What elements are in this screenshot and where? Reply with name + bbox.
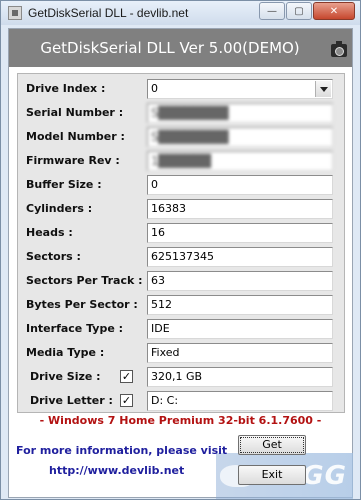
firmware-rev-label: Firmware Rev : xyxy=(26,154,120,167)
buffer-size-label: Buffer Size : xyxy=(26,178,102,191)
buffer-size-field[interactable]: 0 xyxy=(147,175,333,195)
os-info: - Windows 7 Home Premium 32-bit 6.1.7600… xyxy=(9,414,352,427)
sectors-per-track-field[interactable]: 63 xyxy=(147,271,333,291)
heads-field[interactable]: 16 xyxy=(147,223,333,243)
row-drive-index: Drive Index : 0 xyxy=(18,79,346,99)
chevron-down-icon[interactable] xyxy=(315,81,331,97)
row-sectors: Sectors : 625137345 xyxy=(18,247,346,267)
maximize-button[interactable]: ▢ xyxy=(286,2,312,20)
get-button[interactable]: Get xyxy=(238,435,306,455)
media-type-label: Media Type : xyxy=(26,346,105,359)
row-interface-type: Interface Type : IDE xyxy=(18,319,346,339)
row-drive-letter: Drive Letter : ✓ D: C: xyxy=(18,391,346,411)
drive-letter-checkbox[interactable]: ✓ xyxy=(120,394,133,407)
row-bytes-per-sector: Bytes Per Sector : 512 xyxy=(18,295,346,315)
drive-letter-label: Drive Letter : xyxy=(30,394,113,407)
row-model-number: Model Number : S████████ xyxy=(18,127,346,147)
close-button[interactable]: ✕ xyxy=(313,2,355,20)
drive-index-value: 0 xyxy=(151,82,158,95)
interface-type-field[interactable]: IDE xyxy=(147,319,333,339)
sectors-label: Sectors : xyxy=(26,250,81,263)
os-info-text: - Windows 7 Home Premium 32-bit 6.1.7600… xyxy=(39,414,322,427)
sectors-per-track-label: Sectors Per Track : xyxy=(26,274,143,287)
serial-number-label: Serial Number : xyxy=(26,106,124,119)
bytes-per-sector-field[interactable]: 512 xyxy=(147,295,333,315)
title-bar[interactable]: GetDiskSerial DLL - devlib.net — ▢ ✕ xyxy=(1,1,360,25)
app-icon xyxy=(8,6,22,20)
bytes-per-sector-label: Bytes Per Sector : xyxy=(26,298,138,311)
drive-index-select[interactable]: 0 xyxy=(147,79,333,99)
drive-size-field[interactable]: 320,1 GB xyxy=(147,367,333,387)
row-cylinders: Cylinders : 16383 xyxy=(18,199,346,219)
window-title: GetDiskSerial DLL - devlib.net xyxy=(28,6,189,20)
client-area: GetDiskSerial DLL Ver 5.00(DEMO) Drive I… xyxy=(8,28,353,499)
drive-index-label: Drive Index : xyxy=(26,82,106,95)
serial-number-field[interactable]: S████████ xyxy=(147,103,333,123)
sectors-field[interactable]: 625137345 xyxy=(147,247,333,267)
drive-size-checkbox[interactable]: ✓ xyxy=(120,370,133,383)
header-title: GetDiskSerial DLL Ver 5.00(DEMO) xyxy=(40,39,300,57)
info-text: For more information, please visit xyxy=(16,444,228,457)
heads-label: Heads : xyxy=(26,226,73,239)
app-window: GetDiskSerial DLL - devlib.net — ▢ ✕ Get… xyxy=(0,0,361,500)
row-firmware-rev: Firmware Rev : 1██████ xyxy=(18,151,346,171)
cylinders-field[interactable]: 16383 xyxy=(147,199,333,219)
window-controls: — ▢ ✕ xyxy=(259,2,355,20)
row-media-type: Media Type : Fixed xyxy=(18,343,346,363)
firmware-rev-field[interactable]: 1██████ xyxy=(147,151,333,171)
minimize-button[interactable]: — xyxy=(259,2,285,20)
cylinders-label: Cylinders : xyxy=(26,202,93,215)
row-drive-size: Drive Size : ✓ 320,1 GB xyxy=(18,367,346,387)
row-serial-number: Serial Number : S████████ xyxy=(18,103,346,123)
media-type-field[interactable]: Fixed xyxy=(147,343,333,363)
exit-button[interactable]: Exit xyxy=(238,465,306,485)
drive-letter-field[interactable]: D: C: xyxy=(147,391,333,411)
drive-info-panel: Drive Index : 0 Serial Number : S███████… xyxy=(17,73,345,413)
row-heads: Heads : 16 xyxy=(18,223,346,243)
website-link[interactable]: http://www.devlib.net xyxy=(49,464,184,477)
row-buffer-size: Buffer Size : 0 xyxy=(18,175,346,195)
interface-type-label: Interface Type : xyxy=(26,322,124,335)
camera-icon[interactable] xyxy=(331,41,347,57)
header-banner: GetDiskSerial DLL Ver 5.00(DEMO) xyxy=(9,29,352,67)
model-number-label: Model Number : xyxy=(26,130,125,143)
row-sectors-per-track: Sectors Per Track : 63 xyxy=(18,271,346,291)
drive-size-label: Drive Size : xyxy=(30,370,101,383)
model-number-field[interactable]: S████████ xyxy=(147,127,333,147)
